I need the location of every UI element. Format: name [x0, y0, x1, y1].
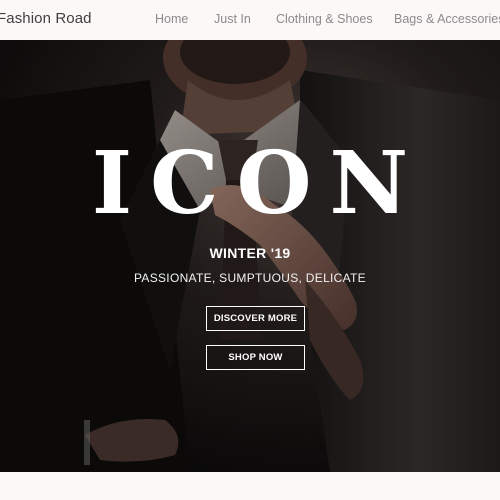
nav-link-bags-accessories[interactable]: Bags & Accessories: [394, 12, 500, 26]
nav-link-clothing-shoes[interactable]: Clothing & Shoes: [276, 12, 373, 26]
hero-tagline: PASSIONATE, SUMPTUOUS, DELICATE: [133, 271, 366, 285]
nav-link-home[interactable]: Home: [155, 12, 188, 26]
hero-subtitle: WINTER '19: [209, 245, 291, 261]
page-bottom-strip: [0, 472, 500, 500]
brand-logo-text[interactable]: Fashion Road: [0, 10, 92, 27]
hero-title: ICON: [91, 133, 427, 234]
discover-more-button[interactable]: DISCOVER MORE: [206, 306, 305, 331]
shop-now-button[interactable]: SHOP NOW: [206, 345, 305, 370]
hero-banner: ICON WINTER '19 PASSIONATE, SUMPTUOUS, D…: [0, 40, 500, 472]
top-navbar: Fashion Road Home Just In Clothing & Sho…: [0, 0, 500, 40]
nav-link-just-in[interactable]: Just In: [214, 12, 251, 26]
